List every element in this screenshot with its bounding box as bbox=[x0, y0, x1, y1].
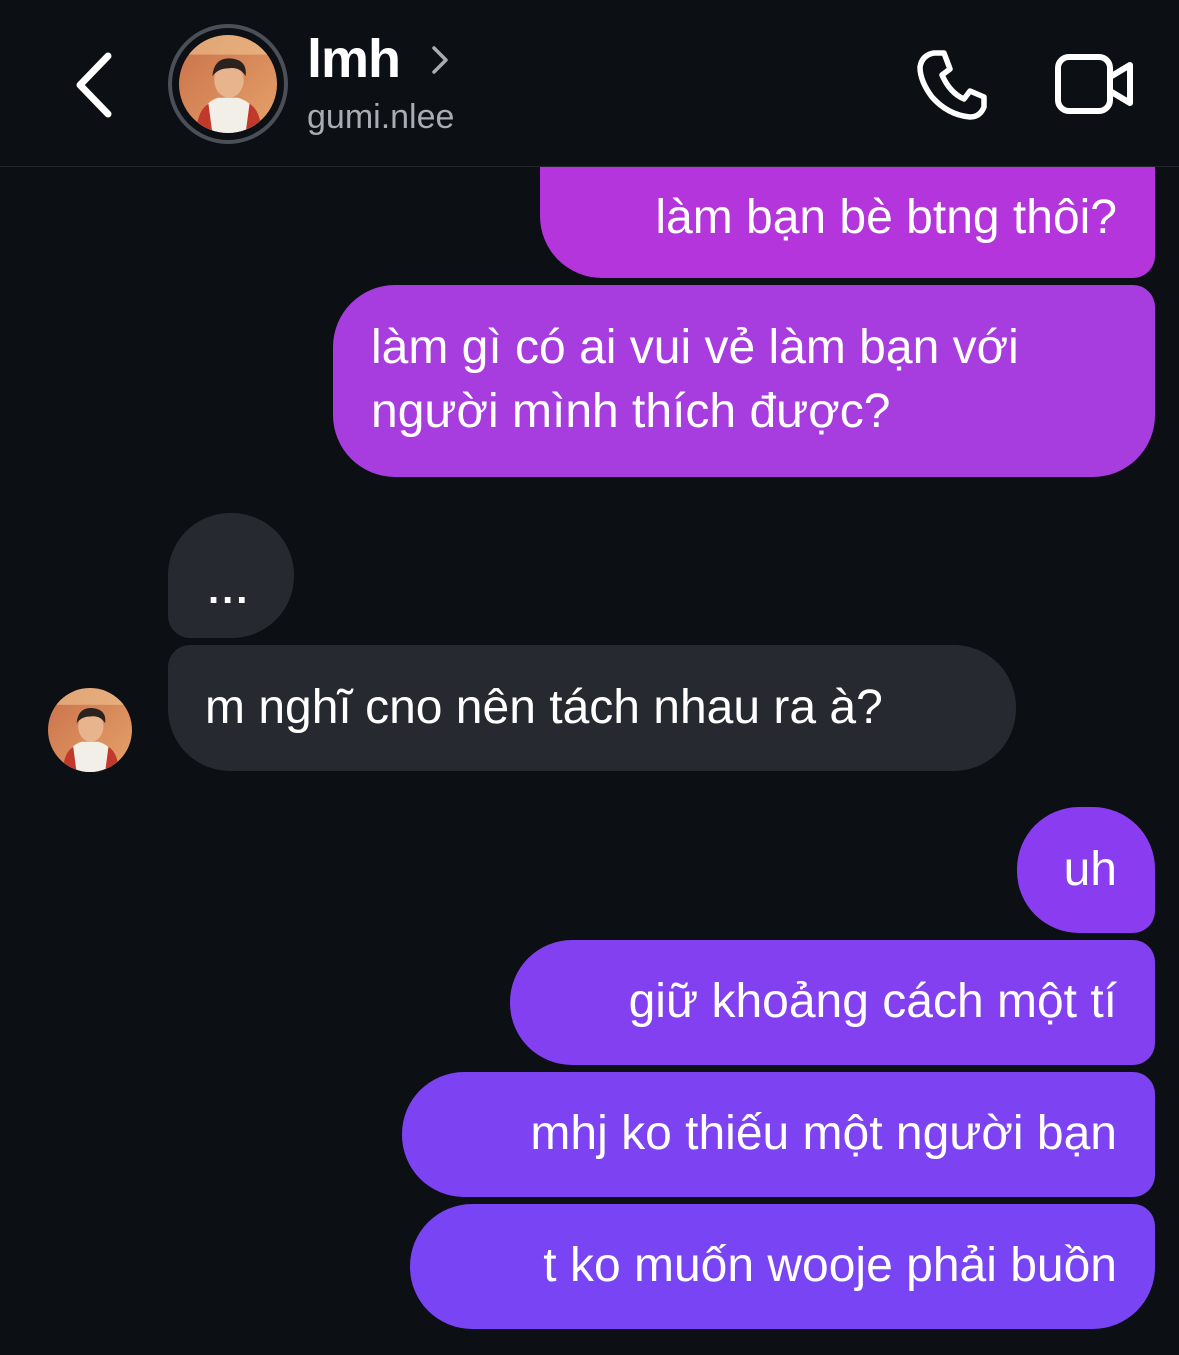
message-text: giữ khoảng cách một tí bbox=[628, 975, 1117, 1028]
outgoing-message[interactable]: giữ khoảng cách một tí bbox=[510, 940, 1155, 1065]
message-text: uh bbox=[1063, 843, 1117, 896]
message-text: mhj ko thiếu một người bạn bbox=[530, 1107, 1117, 1160]
incoming-message[interactable]: ... bbox=[168, 513, 294, 638]
video-call-button[interactable] bbox=[1052, 45, 1137, 125]
phone-icon bbox=[917, 50, 987, 120]
dm-thread-screen: lmh gumi.nlee làm bạn bè btng thôi? làm … bbox=[0, 0, 1179, 1355]
message-text: làm gì có ai vui vẻ làm bạn với người mì… bbox=[371, 321, 1019, 438]
contact-name[interactable]: lmh bbox=[307, 28, 401, 90]
contact-avatar[interactable] bbox=[168, 24, 288, 144]
back-button[interactable] bbox=[60, 40, 130, 130]
chat-header: lmh gumi.nlee bbox=[0, 0, 1179, 167]
message-text: làm bạn bè btng thôi? bbox=[655, 191, 1117, 244]
outgoing-message[interactable]: uh bbox=[1017, 807, 1155, 933]
message-text: t ko muốn wooje phải buồn bbox=[543, 1239, 1117, 1292]
message-text: ... bbox=[208, 568, 251, 612]
audio-call-button[interactable] bbox=[912, 45, 992, 125]
message-text: m nghĩ cno nên tách nhau ra à? bbox=[205, 681, 883, 734]
chevron-right-icon[interactable] bbox=[425, 40, 455, 80]
outgoing-message[interactable]: làm bạn bè btng thôi? bbox=[540, 150, 1155, 278]
outgoing-message[interactable]: làm gì có ai vui vẻ làm bạn với người mì… bbox=[333, 285, 1155, 477]
chevron-left-icon bbox=[76, 52, 112, 118]
avatar-photo bbox=[179, 35, 277, 133]
outgoing-message[interactable]: t ko muốn wooje phải buồn bbox=[410, 1204, 1155, 1329]
video-camera-icon bbox=[1055, 54, 1133, 114]
contact-handle[interactable]: gumi.nlee bbox=[307, 98, 454, 137]
incoming-message[interactable]: m nghĩ cno nên tách nhau ra à? bbox=[168, 645, 1016, 771]
outgoing-message[interactable]: mhj ko thiếu một người bạn bbox=[402, 1072, 1155, 1197]
sender-avatar[interactable] bbox=[48, 688, 132, 772]
